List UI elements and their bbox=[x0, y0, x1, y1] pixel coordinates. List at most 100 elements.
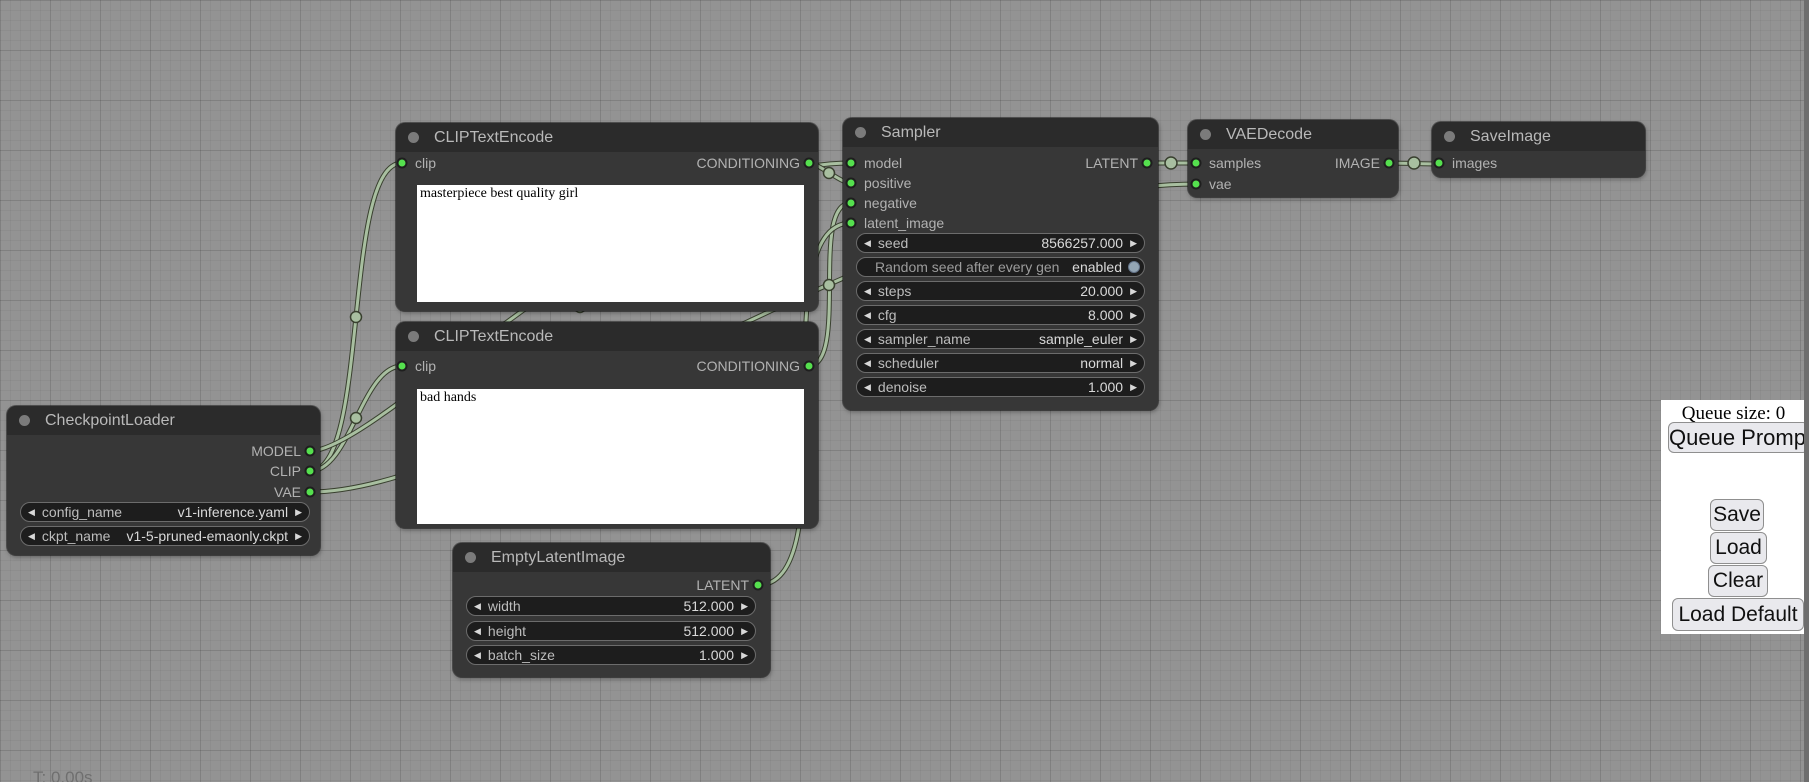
input-port-icon[interactable] bbox=[846, 178, 857, 189]
widget-right-arrow-icon[interactable]: ▶ bbox=[734, 650, 755, 661]
output-port-icon[interactable] bbox=[305, 487, 316, 498]
seed-widget[interactable]: ◀ seed 8566257.000 ▶ bbox=[856, 233, 1145, 253]
output-label-clip: CLIP bbox=[270, 463, 301, 479]
scrollbar[interactable] bbox=[1804, 0, 1809, 782]
node-sampler: Sampler model positive negative latent_i… bbox=[843, 118, 1158, 410]
widget-label: Random seed after every gen bbox=[857, 259, 1059, 275]
width-widget[interactable]: ◀ width 512.000 ▶ bbox=[466, 596, 756, 616]
node-titlebar[interactable]: SaveImage bbox=[1432, 122, 1645, 151]
output-port-icon[interactable] bbox=[804, 361, 815, 372]
collapse-dot-icon[interactable] bbox=[408, 132, 419, 143]
widget-label: height bbox=[488, 623, 526, 639]
input-port-icon[interactable] bbox=[846, 218, 857, 229]
widget-right-arrow-icon[interactable]: ▶ bbox=[1123, 238, 1144, 249]
widget-left-arrow-icon[interactable]: ◀ bbox=[857, 238, 878, 249]
widget-left-arrow-icon[interactable]: ◀ bbox=[467, 650, 488, 661]
output-port-icon[interactable] bbox=[305, 466, 316, 477]
queue-prompt-button[interactable]: Queue Prompt bbox=[1668, 422, 1809, 453]
scheduler-widget[interactable]: ◀ scheduler normal ▶ bbox=[856, 353, 1145, 373]
widget-left-arrow-icon[interactable]: ◀ bbox=[467, 601, 488, 612]
render-time-label: T: 0.00s bbox=[33, 768, 93, 782]
widget-right-arrow-icon[interactable]: ▶ bbox=[288, 531, 309, 542]
widget-left-arrow-icon[interactable]: ◀ bbox=[857, 382, 878, 393]
input-port-icon[interactable] bbox=[1191, 179, 1202, 190]
clear-button[interactable]: Clear bbox=[1708, 565, 1768, 597]
widget-value: v1-inference.yaml bbox=[178, 504, 289, 520]
input-label-latent-image: latent_image bbox=[864, 215, 944, 231]
save-button[interactable]: Save bbox=[1710, 499, 1764, 531]
node-titlebar[interactable]: CLIPTextEncode bbox=[396, 123, 818, 152]
output-port-icon[interactable] bbox=[753, 580, 764, 591]
widget-value: 512.000 bbox=[683, 598, 734, 614]
widget-left-arrow-icon[interactable]: ◀ bbox=[467, 626, 488, 637]
height-widget[interactable]: ◀ height 512.000 ▶ bbox=[466, 621, 756, 641]
collapse-dot-icon[interactable] bbox=[855, 127, 866, 138]
widget-right-arrow-icon[interactable]: ▶ bbox=[734, 626, 755, 637]
prompt-textarea[interactable]: masterpiece best quality girl bbox=[417, 185, 804, 302]
node-clip-text-encode-positive: CLIPTextEncode clip CONDITIONING masterp… bbox=[396, 123, 818, 311]
input-port-icon[interactable] bbox=[1191, 158, 1202, 169]
input-port-icon[interactable] bbox=[1434, 158, 1445, 169]
input-label-clip: clip bbox=[415, 155, 436, 171]
input-label-clip: clip bbox=[415, 358, 436, 374]
widget-right-arrow-icon[interactable]: ▶ bbox=[1123, 334, 1144, 345]
node-titlebar[interactable]: CLIPTextEncode bbox=[396, 322, 818, 351]
widget-left-arrow-icon[interactable]: ◀ bbox=[21, 507, 42, 518]
node-titlebar[interactable]: CheckpointLoader bbox=[7, 406, 320, 435]
widget-left-arrow-icon[interactable]: ◀ bbox=[857, 286, 878, 297]
input-port-icon[interactable] bbox=[397, 361, 408, 372]
input-port-icon[interactable] bbox=[397, 158, 408, 169]
collapse-dot-icon[interactable] bbox=[465, 552, 476, 563]
batch-size-widget[interactable]: ◀ batch_size 1.000 ▶ bbox=[466, 645, 756, 665]
node-save-image: SaveImage images bbox=[1432, 122, 1645, 177]
input-label-positive: positive bbox=[864, 175, 911, 191]
input-port-icon[interactable] bbox=[846, 198, 857, 209]
steps-widget[interactable]: ◀ steps 20.000 ▶ bbox=[856, 281, 1145, 301]
widget-left-arrow-icon[interactable]: ◀ bbox=[21, 531, 42, 542]
denoise-widget[interactable]: ◀ denoise 1.000 ▶ bbox=[856, 377, 1145, 397]
output-port-icon[interactable] bbox=[804, 158, 815, 169]
comfyui-canvas[interactable]: { "canvas": { "stats_text": "T: 0.00s" }… bbox=[0, 0, 1809, 782]
config-name-widget[interactable]: ◀ config_name v1-inference.yaml ▶ bbox=[20, 502, 310, 522]
input-label-vae: vae bbox=[1209, 176, 1232, 192]
widget-value: 1.000 bbox=[1088, 379, 1123, 395]
widget-label: cfg bbox=[878, 307, 897, 323]
node-titlebar[interactable]: Sampler bbox=[843, 118, 1158, 147]
random-seed-toggle-widget[interactable]: Random seed after every gen enabled bbox=[856, 257, 1145, 277]
collapse-dot-icon[interactable] bbox=[1200, 129, 1211, 140]
sampler-name-widget[interactable]: ◀ sampler_name sample_euler ▶ bbox=[856, 329, 1145, 349]
input-label-images: images bbox=[1452, 155, 1497, 171]
node-titlebar[interactable]: EmptyLatentImage bbox=[453, 543, 770, 572]
widget-right-arrow-icon[interactable]: ▶ bbox=[1123, 382, 1144, 393]
widget-right-arrow-icon[interactable]: ▶ bbox=[1123, 358, 1144, 369]
collapse-dot-icon[interactable] bbox=[408, 331, 419, 342]
widget-right-arrow-icon[interactable]: ▶ bbox=[1123, 310, 1144, 321]
widget-right-arrow-icon[interactable]: ▶ bbox=[734, 601, 755, 612]
output-port-icon[interactable] bbox=[1142, 158, 1153, 169]
collapse-dot-icon[interactable] bbox=[19, 415, 30, 426]
output-port-icon[interactable] bbox=[1384, 158, 1395, 169]
node-titlebar[interactable]: VAEDecode bbox=[1188, 120, 1398, 149]
widget-left-arrow-icon[interactable]: ◀ bbox=[857, 358, 878, 369]
prompt-textarea[interactable]: bad hands bbox=[417, 389, 804, 524]
widget-label: scheduler bbox=[878, 355, 939, 371]
comfy-menu-panel: Queue size: 0 Queue Prompt Save Load Cle… bbox=[1661, 400, 1806, 634]
output-label-image: IMAGE bbox=[1335, 155, 1380, 171]
ckpt-name-widget[interactable]: ◀ ckpt_name v1-5-pruned-emaonly.ckpt ▶ bbox=[20, 526, 310, 546]
cfg-widget[interactable]: ◀ cfg 8.000 ▶ bbox=[856, 305, 1145, 325]
load-button[interactable]: Load bbox=[1710, 532, 1767, 564]
widget-right-arrow-icon[interactable]: ▶ bbox=[1123, 286, 1144, 297]
widget-label: width bbox=[488, 598, 521, 614]
widget-right-arrow-icon[interactable]: ▶ bbox=[288, 507, 309, 518]
widget-value: v1-5-pruned-emaonly.ckpt bbox=[126, 528, 288, 544]
node-title-label: SaveImage bbox=[1470, 128, 1551, 145]
widget-left-arrow-icon[interactable]: ◀ bbox=[857, 310, 878, 321]
node-title-label: CLIPTextEncode bbox=[434, 328, 553, 345]
output-port-icon[interactable] bbox=[305, 446, 316, 457]
widget-label: ckpt_name bbox=[42, 528, 110, 544]
toggle-icon[interactable] bbox=[1128, 261, 1140, 273]
collapse-dot-icon[interactable] bbox=[1444, 131, 1455, 142]
input-port-icon[interactable] bbox=[846, 158, 857, 169]
load-default-button[interactable]: Load Default bbox=[1672, 598, 1804, 631]
widget-left-arrow-icon[interactable]: ◀ bbox=[857, 334, 878, 345]
